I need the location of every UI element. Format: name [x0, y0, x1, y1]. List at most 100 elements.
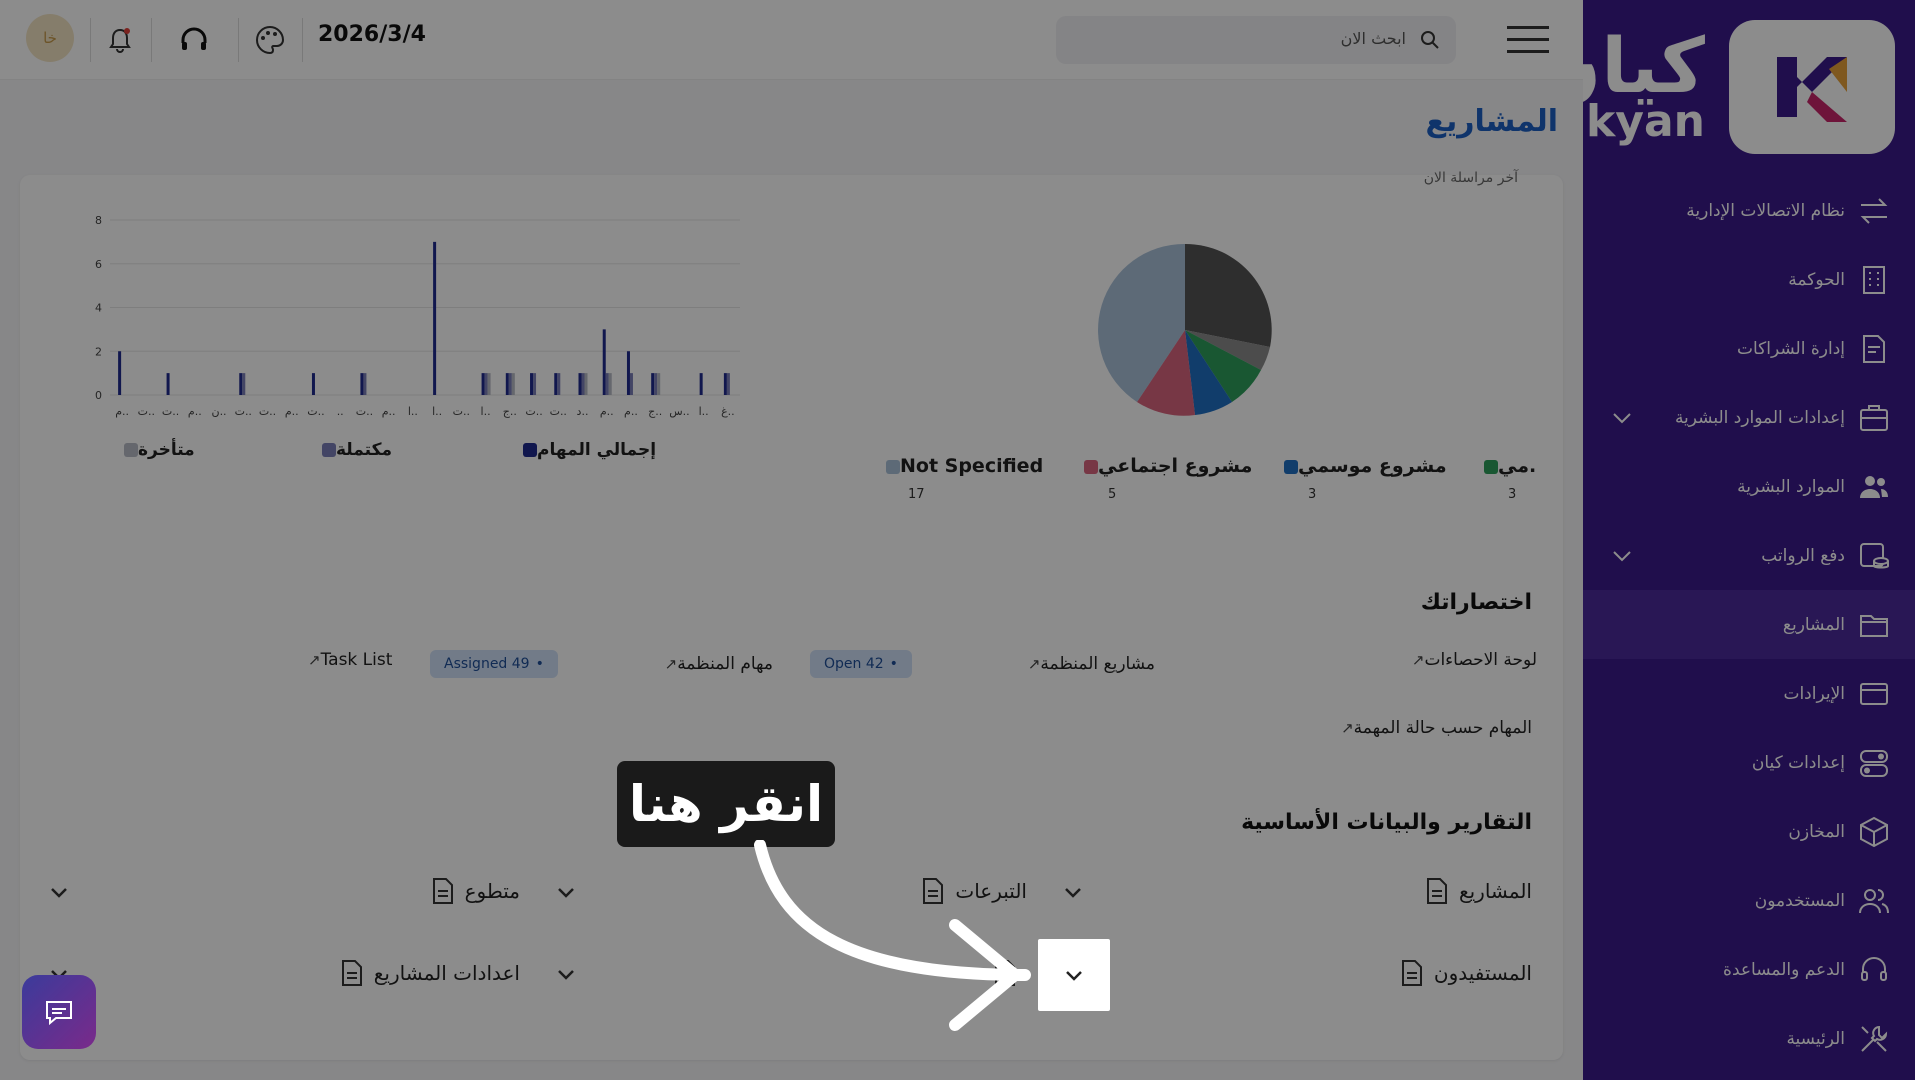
x-tick-label: م..: [624, 405, 638, 418]
logo-arabic: كيان: [1583, 21, 1705, 110]
users-icon: [1860, 475, 1888, 498]
headset-icon[interactable]: [176, 22, 212, 58]
bar: [487, 373, 491, 395]
x-tick-label: ..: [337, 405, 344, 418]
bell-icon[interactable]: [102, 22, 138, 58]
avatar[interactable]: خا: [26, 14, 74, 62]
x-tick-label: ج..: [503, 405, 517, 418]
bar: [433, 241, 437, 395]
y-tick-label: 4: [95, 302, 102, 315]
sidebar-item-label: إدارة الشراكات: [1737, 338, 1845, 359]
sidebar-item-partnerships[interactable]: إدارة الشراكات: [1583, 314, 1915, 383]
bar: [581, 373, 585, 395]
badge-label: Assigned 49: [444, 656, 530, 672]
report-item[interactable]: المشاريع: [1425, 877, 1532, 905]
sidebar-item-label: إعدادات الموارد البشرية: [1674, 407, 1845, 428]
search-icon: [1421, 31, 1439, 49]
bar: [608, 373, 612, 395]
building-icon: [1863, 265, 1885, 294]
shortcut-label: مهام المنظمة: [677, 654, 773, 674]
x-tick-label: غ..: [721, 405, 735, 418]
legend-count: 3: [1508, 487, 1517, 502]
bar-legend-item: مكتملة: [314, 440, 392, 460]
shortcut-link[interactable]: ↗Task List: [300, 650, 392, 670]
dot-icon: •: [889, 656, 898, 672]
search-input[interactable]: ابحث الان: [1056, 16, 1456, 64]
bar: [629, 373, 633, 395]
sidebar-item-kyan-settings[interactable]: إعدادات كيان: [1583, 728, 1915, 797]
divider: [151, 18, 152, 62]
bar: [605, 373, 609, 395]
sidebar-item-label: المخازن: [1788, 821, 1845, 842]
logo-wordmark: كيان kyan: [1583, 28, 1705, 144]
shortcut-label: Task List: [320, 650, 393, 670]
sidebar-item-warehouses[interactable]: المخازن: [1583, 797, 1915, 866]
x-tick-label: د..: [577, 405, 589, 418]
sidebar-item-users[interactable]: المستخدمون: [1583, 866, 1915, 935]
bar-legend-item: إجمالي المهام: [515, 440, 656, 460]
card-icon: [1860, 682, 1888, 705]
shortcut-label: المهام حسب حالة المهمة: [1353, 718, 1532, 738]
bar: [242, 373, 246, 395]
sidebar-item-payroll[interactable]: دفع الرواتب: [1583, 521, 1915, 590]
bar: [481, 373, 485, 395]
report-item[interactable]: متطوع: [431, 877, 520, 905]
logo[interactable]: [1729, 20, 1895, 154]
legend-swatch: [124, 443, 138, 457]
briefcase-icon: [1860, 404, 1888, 431]
pie-legend-item: مشروع اجتماعي 5: [1076, 455, 1252, 502]
badge-label: Open 42: [824, 656, 884, 672]
sidebar-item-support[interactable]: الدعم والمساعدة: [1583, 935, 1915, 1004]
sidebar-item-label: المستخدمون: [1754, 890, 1845, 911]
bar: [360, 373, 364, 395]
chevron-down-icon[interactable]: [1060, 879, 1086, 905]
shortcut-link[interactable]: ↗مشاريع المنظمة: [1020, 654, 1155, 674]
chevron-down-icon[interactable]: [1609, 405, 1635, 431]
sidebar-item-hr-settings[interactable]: إعدادات الموارد البشرية: [1583, 383, 1915, 452]
legend-swatch: [1484, 459, 1498, 474]
sidebar-item-home[interactable]: الرئيسية: [1583, 1004, 1915, 1073]
file-icon: [341, 960, 362, 986]
legend-label: مكتملة: [336, 440, 392, 460]
report-label: المشاريع: [1458, 879, 1532, 903]
current-date: 2026/3/4: [318, 22, 426, 47]
sidebar-item-governance[interactable]: الحوكمة: [1583, 245, 1915, 314]
sidebar-item-hr[interactable]: الموارد البشرية: [1583, 452, 1915, 521]
report-item[interactable]: اعدادات المشاريع: [340, 959, 520, 987]
sidebar-item-projects[interactable]: المشاريع: [1583, 590, 1915, 659]
bar: [505, 373, 509, 395]
shortcuts-title: اختصاراتك: [1420, 590, 1532, 615]
box-icon: [1860, 816, 1888, 847]
chevron-down-icon[interactable]: [553, 879, 579, 905]
arrow-up-right-icon: ↗: [1341, 719, 1354, 737]
bar-chart: 0 2 4 6 8 م.. ت.. ت.. م.. ن.. ت.. ت.. م.. ت.... ت.. م..…: [95, 214, 740, 418]
shortcut-link[interactable]: ↗مهام المنظمة: [657, 654, 773, 674]
legend-swatch: [886, 459, 900, 474]
pie-chart: [1098, 243, 1272, 416]
highlighted-expand-button[interactable]: [1038, 939, 1110, 1011]
legend-swatch: [1084, 459, 1098, 474]
kyan-logo-icon: [1777, 57, 1847, 122]
pie-legend-item: Not Specified 17: [878, 455, 1043, 502]
palette-icon[interactable]: [252, 22, 288, 58]
chevron-down-icon[interactable]: [46, 879, 72, 905]
shortcut-link[interactable]: ↗المهام حسب حالة المهمة: [1333, 718, 1532, 738]
tools-icon: [1861, 1025, 1888, 1052]
sidebar-item-label: الرئيسية: [1786, 1028, 1845, 1049]
chat-button[interactable]: [22, 975, 96, 1049]
bar: [118, 351, 122, 395]
chevron-down-icon[interactable]: [553, 961, 579, 987]
bar: [363, 373, 367, 395]
coins-icon: [1860, 542, 1889, 568]
chevron-down-icon[interactable]: [1609, 543, 1635, 569]
hamburger-menu-icon[interactable]: [1507, 26, 1549, 54]
shortcut-link[interactable]: ↗لوحة الاحصاءات: [1404, 650, 1537, 670]
sidebar-item-revenue[interactable]: الإيرادات: [1583, 659, 1915, 728]
x-tick-label: ت..: [162, 405, 179, 418]
bar: [699, 373, 703, 395]
avatar-initials: خا: [43, 29, 57, 47]
bar: [654, 373, 658, 395]
sidebar-item-communications[interactable]: نظام الاتصالات الإدارية: [1583, 176, 1915, 245]
clipped-text: آخر مراسلة الان: [1423, 170, 1518, 186]
report-item[interactable]: المستفيدون: [1400, 959, 1532, 987]
